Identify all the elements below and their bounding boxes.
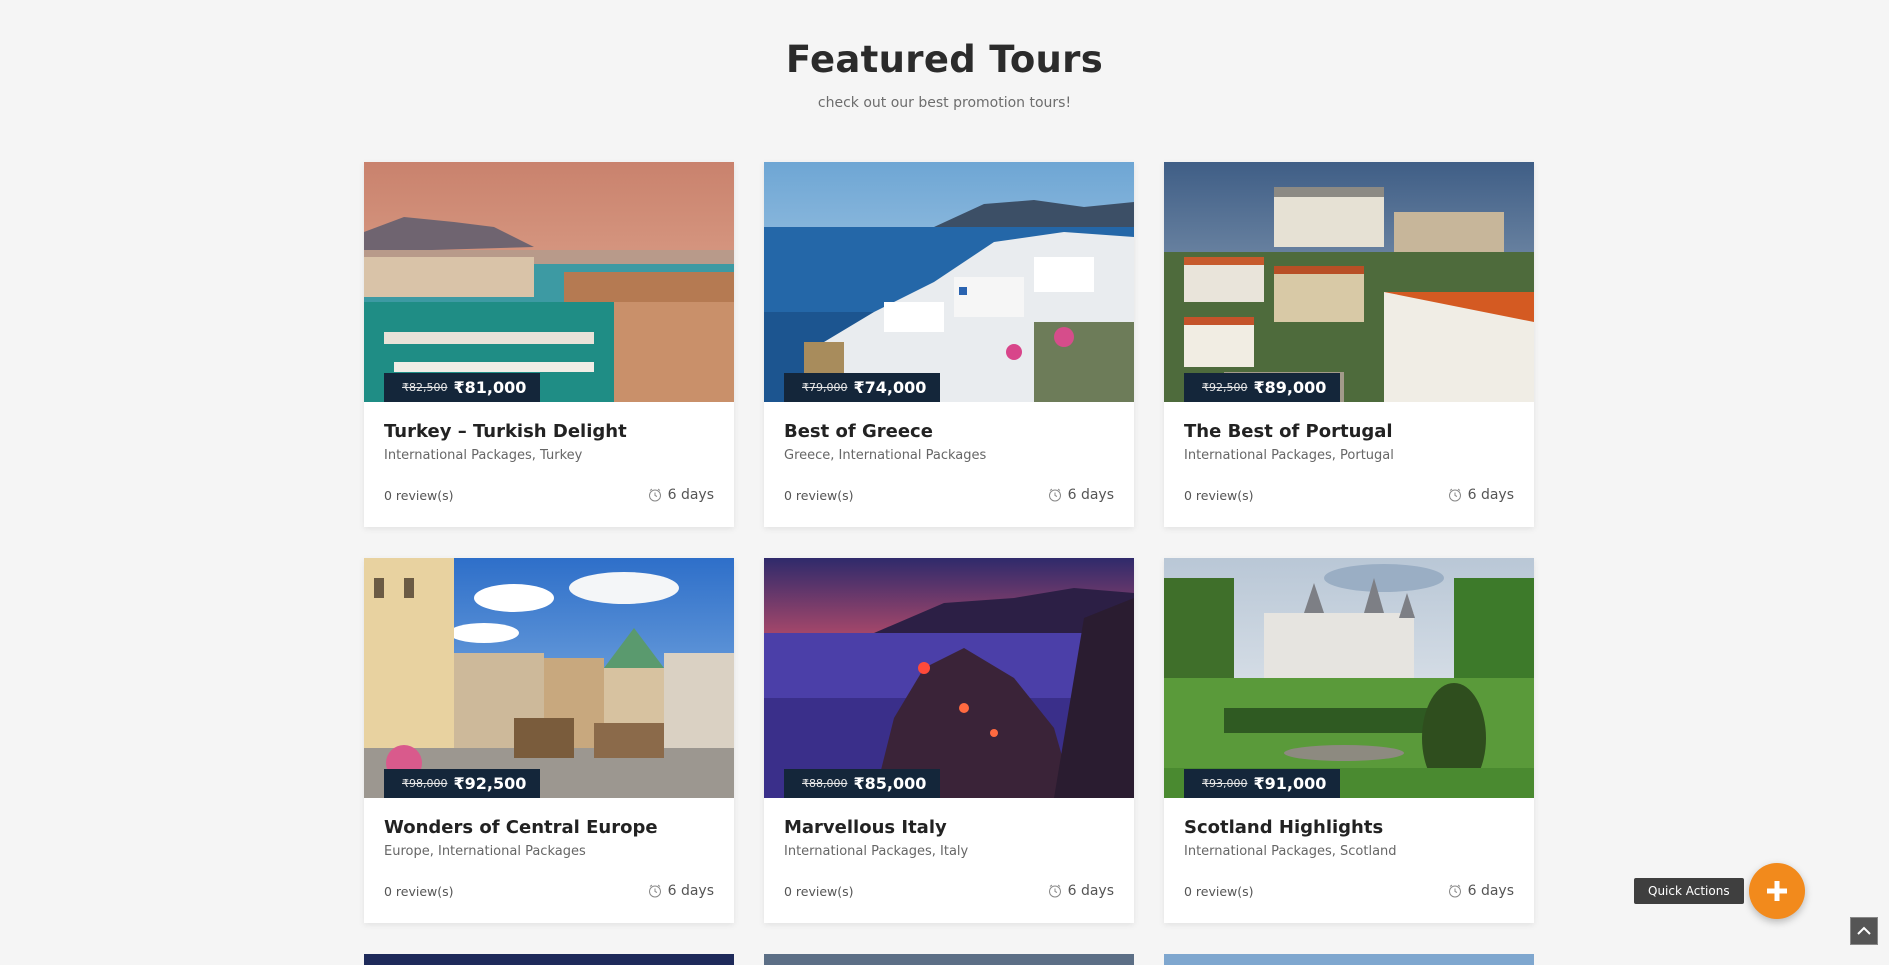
tour-title[interactable]: Wonders of Central Europe: [384, 816, 714, 840]
tour-image[interactable]: ₹93,000 ₹91,000: [1164, 558, 1534, 798]
tour-title[interactable]: Best of Greece: [784, 420, 1114, 444]
old-price: ₹82,500: [402, 381, 448, 394]
sale-price: ₹85,000: [853, 774, 927, 793]
tour-categories[interactable]: Greece, International Packages: [784, 447, 1114, 465]
tour-categories[interactable]: International Packages, Scotland: [1184, 843, 1514, 861]
tour-image[interactable]: ₹82,500 ₹81,000: [364, 162, 734, 402]
scroll-to-top-button[interactable]: [1850, 917, 1878, 945]
plus-icon: [1767, 881, 1787, 901]
tour-duration: 6 days: [1448, 883, 1514, 899]
sale-price: ₹92,500: [453, 774, 527, 793]
tour-duration: 6 days: [1048, 883, 1114, 899]
tour-card[interactable]: ₹98,000 ₹92,500 Wonders of Central Europ…: [364, 558, 734, 923]
tour-duration: 6 days: [648, 487, 714, 503]
quick-actions-label: Quick Actions: [1634, 878, 1744, 904]
sale-price: ₹89,000: [1253, 378, 1327, 397]
old-price: ₹98,000: [402, 777, 448, 790]
clock-icon: [648, 488, 661, 502]
price-badge: ₹92,500 ₹89,000: [1184, 373, 1341, 402]
sale-price: ₹91,000: [1253, 774, 1327, 793]
review-count: 0 review(s): [384, 883, 454, 899]
old-price: ₹92,500: [1202, 381, 1248, 394]
duration-text: 6 days: [1067, 487, 1114, 503]
tour-categories[interactable]: Europe, International Packages: [384, 843, 714, 861]
tour-card[interactable]: ₹82,500 ₹81,000 Turkey – Turkish Delight…: [364, 162, 734, 527]
tour-image[interactable]: ₹98,000 ₹92,500: [364, 558, 734, 798]
tour-duration: 6 days: [1048, 487, 1114, 503]
tour-card[interactable]: ₹92,500 ₹89,000 The Best of Portugal Int…: [1164, 162, 1534, 527]
sale-price: ₹81,000: [453, 378, 527, 397]
price-badge: ₹82,500 ₹81,000: [384, 373, 541, 402]
tour-title[interactable]: The Best of Portugal: [1184, 420, 1514, 444]
tour-image[interactable]: ₹88,000 ₹85,000: [764, 558, 1134, 798]
tour-card[interactable]: ₹88,000 ₹85,000 Marvellous Italy Interna…: [764, 558, 1134, 923]
price-badge: ₹88,000 ₹85,000: [784, 769, 941, 798]
tour-categories[interactable]: International Packages, Turkey: [384, 447, 714, 465]
clock-icon: [648, 884, 661, 898]
duration-text: 6 days: [1467, 883, 1514, 899]
review-count: 0 review(s): [784, 487, 854, 503]
tour-title[interactable]: Marvellous Italy: [784, 816, 1114, 840]
review-count: 0 review(s): [384, 487, 454, 503]
duration-text: 6 days: [1467, 487, 1514, 503]
section-header: Featured Tours check out our best promot…: [0, 36, 1889, 112]
section-subtitle: check out our best promotion tours!: [817, 95, 1072, 111]
old-price: ₹93,000: [1202, 777, 1248, 790]
tour-duration: 6 days: [648, 883, 714, 899]
review-count: 0 review(s): [1184, 487, 1254, 503]
clock-icon: [1048, 884, 1061, 898]
old-price: ₹79,000: [802, 381, 848, 394]
tour-categories[interactable]: International Packages, Italy: [784, 843, 1114, 861]
tour-card-partial[interactable]: [364, 954, 734, 965]
tour-title[interactable]: Scotland Highlights: [1184, 816, 1514, 840]
price-badge: ₹79,000 ₹74,000: [784, 373, 941, 402]
review-count: 0 review(s): [784, 883, 854, 899]
tour-card-partial[interactable]: [764, 954, 1134, 965]
clock-icon: [1448, 884, 1461, 898]
sale-price: ₹74,000: [853, 378, 927, 397]
tour-card[interactable]: ₹79,000 ₹74,000 Best of Greece Greece, I…: [764, 162, 1134, 527]
duration-text: 6 days: [667, 883, 714, 899]
clock-icon: [1048, 488, 1061, 502]
duration-text: 6 days: [1067, 883, 1114, 899]
price-badge: ₹93,000 ₹91,000: [1184, 769, 1341, 798]
tour-categories[interactable]: International Packages, Portugal: [1184, 447, 1514, 465]
tour-image[interactable]: ₹79,000 ₹74,000: [764, 162, 1134, 402]
tour-title[interactable]: Turkey – Turkish Delight: [384, 420, 714, 444]
tour-card[interactable]: ₹93,000 ₹91,000 Scotland Highlights Inte…: [1164, 558, 1534, 923]
review-count: 0 review(s): [1184, 883, 1254, 899]
quick-actions-button[interactable]: [1749, 863, 1805, 919]
duration-text: 6 days: [667, 487, 714, 503]
clock-icon: [1448, 488, 1461, 502]
tour-duration: 6 days: [1448, 487, 1514, 503]
chevron-up-icon: [1857, 926, 1871, 935]
price-badge: ₹98,000 ₹92,500: [384, 769, 541, 798]
old-price: ₹88,000: [802, 777, 848, 790]
tour-card-partial[interactable]: [1164, 954, 1534, 965]
tour-image[interactable]: ₹92,500 ₹89,000: [1164, 162, 1534, 402]
section-title: Featured Tours: [785, 38, 1104, 81]
